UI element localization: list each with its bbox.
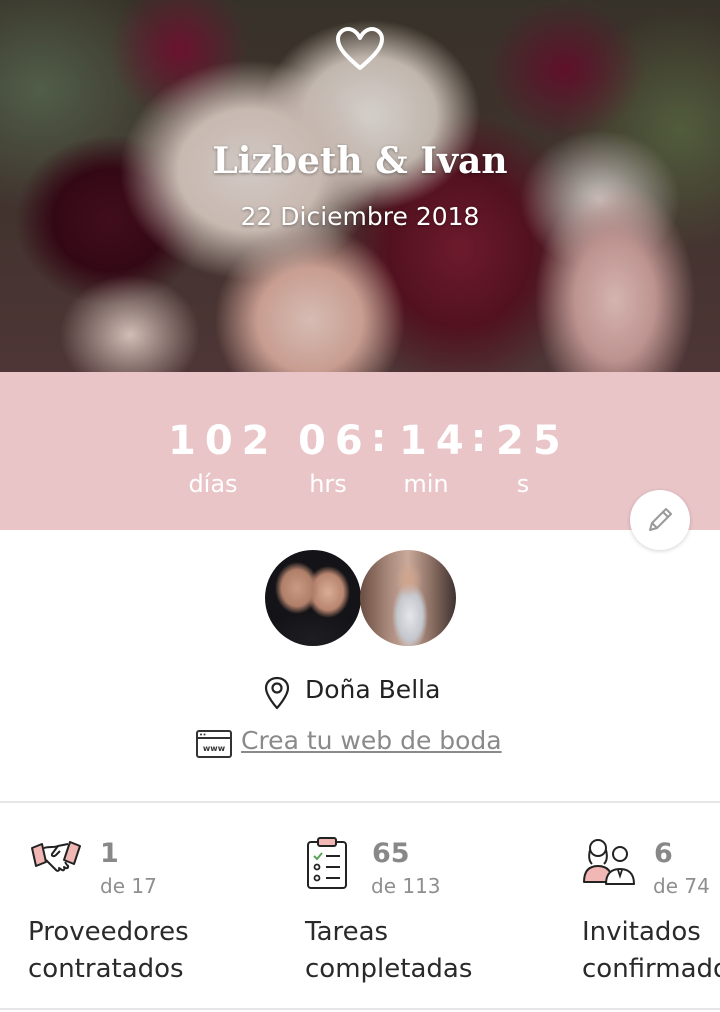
stat-guests-count: 6 <box>654 838 673 869</box>
partner-photo-avatar[interactable] <box>360 550 456 646</box>
countdown-seconds: 25 <box>496 418 570 464</box>
pencil-icon <box>649 508 672 531</box>
couple-names: Lizbeth & Ivan <box>212 140 508 182</box>
stat-guests-label-line1: Invitados <box>582 917 701 947</box>
countdown-separator: : <box>371 416 387 460</box>
hero-banner: Lizbeth & Ivan 22 Diciembre 2018 <box>0 0 720 395</box>
countdown-hours: 06 <box>298 418 372 464</box>
countdown-minutes: 14 <box>399 418 473 464</box>
countdown-minutes-label: min <box>403 470 449 498</box>
venue-name: Doña Bella <box>305 675 441 704</box>
stat-guests-total: de 74 <box>653 874 710 898</box>
handshake-icon <box>31 841 81 872</box>
heart-icon <box>336 27 384 70</box>
stat-tasks-label: Tareas completadas <box>305 914 472 988</box>
stat-tasks-count: 65 <box>372 838 410 869</box>
location-pin-icon <box>264 676 290 710</box>
stat-vendors-total: de 17 <box>100 874 157 898</box>
stat-vendors-count: 1 <box>100 838 119 869</box>
wedding-date: 22 Diciembre 2018 <box>240 202 480 231</box>
guests-icon <box>583 839 635 885</box>
countdown-seconds-label: s <box>516 470 530 498</box>
stat-tasks-total: de 113 <box>371 874 441 898</box>
wave-divider <box>0 374 720 400</box>
checklist-icon <box>307 837 347 889</box>
countdown-days-label: días <box>188 470 238 498</box>
couple-photo-avatar[interactable] <box>265 550 361 646</box>
stat-vendors-label-line1: Proveedores <box>28 917 189 947</box>
countdown-days: 102 <box>168 418 279 464</box>
stat-tasks-label-line1: Tareas <box>305 917 389 947</box>
edit-button[interactable] <box>630 490 690 550</box>
countdown-hours-label: hrs <box>309 470 347 498</box>
stat-vendors-label-line2: contratados <box>28 954 184 984</box>
stat-guests-label: Invitados confirmados <box>582 914 720 988</box>
stat-tasks-label-line2: completadas <box>305 954 473 984</box>
section-divider <box>0 1008 720 1010</box>
countdown-separator: : <box>471 416 487 460</box>
stat-vendors-label: Proveedores contratados <box>28 914 189 988</box>
section-divider <box>0 801 720 803</box>
create-website-link-text[interactable]: Crea tu web de boda <box>241 726 502 755</box>
browser-www-icon: www <box>196 730 232 758</box>
stat-guests-label-line2: confirmados <box>582 954 720 984</box>
svg-text:www: www <box>203 744 226 753</box>
